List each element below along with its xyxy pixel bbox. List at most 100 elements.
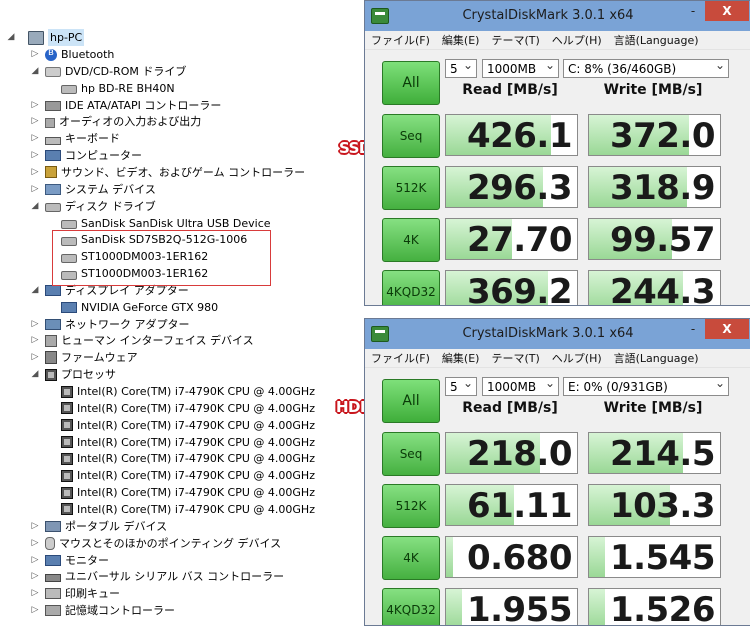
expand-arrow-icon[interactable]: ▷ bbox=[30, 568, 40, 585]
tree-item[interactable]: ▷ システム デバイス bbox=[32, 181, 156, 198]
expand-arrow-icon[interactable]: ▷ bbox=[30, 349, 40, 366]
test-size-select[interactable]: 1000MB bbox=[482, 374, 559, 396]
collapse-arrow-icon[interactable]: ◢ bbox=[6, 29, 16, 46]
expand-arrow-icon[interactable]: ▷ bbox=[30, 518, 40, 535]
expand-arrow-icon[interactable]: ▷ bbox=[30, 585, 40, 602]
tree-item[interactable]: ◢ DVD/CD-ROM ドライブ bbox=[30, 63, 187, 80]
expand-arrow-icon[interactable]: ▷ bbox=[30, 602, 40, 619]
tree-item[interactable]: ▷ モニター bbox=[32, 552, 109, 569]
test-button-512k[interactable]: 512K bbox=[382, 166, 440, 210]
test-size-select[interactable]: 1000MB bbox=[482, 56, 559, 78]
menu-item[interactable]: ファイル(F) bbox=[371, 32, 430, 48]
minimize-button[interactable]: - bbox=[681, 1, 705, 21]
expand-arrow-icon[interactable]: ▷ bbox=[30, 164, 40, 181]
tree-item[interactable]: Intel(R) Core(TM) i7-4790K CPU @ 4.00GHz bbox=[48, 400, 315, 417]
sound-icon bbox=[45, 166, 57, 179]
collapse-arrow-icon[interactable]: ◢ bbox=[30, 63, 40, 80]
tree-item[interactable]: SanDisk SanDisk Ultra USB Device bbox=[48, 215, 271, 232]
expand-arrow-icon[interactable]: ▷ bbox=[30, 552, 40, 569]
cdm-window-hdd[interactable]: CrystalDiskMark 3.0.1 x64 - X ファイル(F) 編集(E) テ… bbox=[364, 318, 750, 626]
expand-arrow-icon[interactable]: ▷ bbox=[30, 147, 40, 164]
title-bar[interactable]: CrystalDiskMark 3.0.1 x64 - X bbox=[365, 319, 750, 349]
expand-arrow-icon[interactable]: ▷ bbox=[30, 332, 40, 349]
tree-item[interactable]: ▷ サウンド、ビデオ、およびゲーム コントローラー bbox=[30, 164, 306, 181]
close-button[interactable]: X bbox=[705, 1, 749, 21]
processor-icon bbox=[61, 503, 73, 516]
tree-item-label: ネットワーク アダプター bbox=[65, 317, 190, 331]
test-button-label: QD32 bbox=[401, 602, 436, 617]
expand-arrow-icon[interactable]: ▷ bbox=[30, 181, 40, 198]
computer-icon bbox=[28, 30, 44, 45]
test-button-seq[interactable]: Seq bbox=[382, 432, 440, 476]
test-button-label: 512K bbox=[395, 498, 427, 513]
drive-select[interactable]: C: 8% (36/460GB) bbox=[563, 56, 729, 78]
device-manager-tree[interactable]: ◢ hp-PC ▷ Bluetooth ◢ DVD/CD-ROM ドライブ hp BD-… bbox=[0, 0, 360, 624]
tree-item[interactable]: ▷ ヒューマン インターフェイス デバイス bbox=[32, 332, 254, 349]
test-button-seq[interactable]: Seq bbox=[382, 114, 440, 158]
menu-item[interactable]: 言語(Language) bbox=[614, 350, 699, 366]
read-result-box: 218.0 bbox=[445, 432, 578, 474]
tree-item[interactable]: ▷ 記憶域コントローラー bbox=[32, 602, 175, 619]
test-button-4k[interactable]: 4K bbox=[382, 536, 440, 580]
tree-item[interactable]: ▷ 印刷キュー bbox=[32, 585, 120, 602]
tree-item-label: Intel(R) Core(TM) i7-4790K CPU @ 4.00GHz bbox=[77, 486, 315, 500]
collapse-arrow-icon[interactable]: ◢ bbox=[30, 282, 40, 299]
expand-arrow-icon[interactable]: ▷ bbox=[30, 46, 40, 63]
close-button[interactable]: X bbox=[705, 319, 749, 339]
menu-item[interactable]: 編集(E) bbox=[442, 32, 480, 48]
tree-item[interactable]: ◢ ディスク ドライブ bbox=[32, 198, 156, 215]
tree-item[interactable]: Intel(R) Core(TM) i7-4790K CPU @ 4.00GHz bbox=[48, 501, 315, 518]
tree-item[interactable]: ▷ オーディオの入力および出力 bbox=[30, 113, 202, 130]
tree-item[interactable]: ▷ Bluetooth bbox=[30, 46, 115, 63]
expand-arrow-icon[interactable]: ▷ bbox=[30, 97, 40, 114]
tree-item[interactable]: ▷ マウスとそのほかのポインティング デバイス bbox=[32, 535, 281, 552]
test-button-4k-qd32[interactable]: 4K QD32 bbox=[382, 270, 440, 305]
menu-item[interactable]: 言語(Language) bbox=[614, 32, 699, 48]
cdm-window-ssd[interactable]: CrystalDiskMark 3.0.1 x64 - X ファイル(F) 編集(E) テ… bbox=[364, 0, 750, 306]
expand-arrow-icon[interactable]: ▷ bbox=[30, 113, 40, 130]
tree-item[interactable]: hp BD-RE BH40N bbox=[48, 80, 175, 97]
tree-item[interactable]: ▷ ファームウェア bbox=[32, 349, 138, 366]
test-count-select[interactable]: 5 bbox=[445, 56, 477, 78]
tree-item[interactable]: Intel(R) Core(TM) i7-4790K CPU @ 4.00GHz bbox=[48, 383, 315, 400]
menu-item[interactable]: テーマ(T) bbox=[491, 350, 539, 366]
tree-item[interactable]: NVIDIA GeForce GTX 980 bbox=[48, 299, 218, 316]
menu-item[interactable]: ヘルプ(H) bbox=[552, 32, 602, 48]
drive-select[interactable]: E: 0% (0/931GB) bbox=[563, 374, 729, 396]
test-count-select[interactable]: 5 bbox=[445, 374, 477, 396]
test-button-4k-qd32[interactable]: 4K QD32 bbox=[382, 588, 440, 625]
expand-arrow-icon[interactable]: ▷ bbox=[30, 130, 40, 147]
write-value: 99.57 bbox=[609, 220, 716, 260]
expand-arrow-icon[interactable]: ▷ bbox=[30, 535, 40, 552]
menu-item[interactable]: 編集(E) bbox=[442, 350, 480, 366]
write-result-box: 244.3 bbox=[588, 270, 721, 305]
test-button-4k[interactable]: 4K bbox=[382, 218, 440, 262]
tree-item[interactable]: ▷ IDE ATA/ATAPI コントローラー bbox=[30, 97, 222, 114]
title-bar[interactable]: CrystalDiskMark 3.0.1 x64 - X bbox=[365, 1, 750, 31]
menu-item[interactable]: ファイル(F) bbox=[371, 350, 430, 366]
minimize-button[interactable]: - bbox=[681, 319, 705, 339]
tree-item[interactable]: ▷ キーボード bbox=[32, 130, 120, 147]
tree-item-label: Intel(R) Core(TM) i7-4790K CPU @ 4.00GHz bbox=[77, 469, 315, 483]
tree-item[interactable]: ▷ コンピューター bbox=[32, 147, 142, 164]
test-button-512k[interactable]: 512K bbox=[382, 484, 440, 528]
expand-arrow-icon[interactable]: ▷ bbox=[30, 316, 40, 333]
read-result-box: 1.955 bbox=[445, 588, 578, 625]
collapse-arrow-icon[interactable]: ◢ bbox=[30, 198, 40, 215]
menu-item[interactable]: テーマ(T) bbox=[491, 32, 539, 48]
tree-item[interactable]: Intel(R) Core(TM) i7-4790K CPU @ 4.00GHz bbox=[48, 484, 315, 501]
read-header: Read [MB/s] bbox=[462, 82, 558, 98]
tree-item[interactable]: Intel(R) Core(TM) i7-4790K CPU @ 4.00GHz bbox=[48, 450, 315, 467]
tree-root[interactable]: ◢ hp-PC bbox=[6, 29, 85, 46]
all-button[interactable]: All bbox=[382, 379, 440, 423]
tree-item[interactable]: ▷ ポータブル デバイス bbox=[30, 518, 168, 535]
tree-item[interactable]: ▷ ネットワーク アダプター bbox=[32, 316, 190, 333]
tree-item[interactable]: ▷ ユニバーサル シリアル バス コントローラー bbox=[30, 568, 285, 585]
tree-item[interactable]: Intel(R) Core(TM) i7-4790K CPU @ 4.00GHz bbox=[48, 467, 315, 484]
collapse-arrow-icon[interactable]: ◢ bbox=[30, 366, 40, 383]
tree-item[interactable]: Intel(R) Core(TM) i7-4790K CPU @ 4.00GHz bbox=[48, 434, 315, 451]
tree-item[interactable]: ◢ プロセッサ bbox=[32, 366, 116, 383]
tree-item[interactable]: Intel(R) Core(TM) i7-4790K CPU @ 4.00GHz bbox=[48, 417, 315, 434]
all-button[interactable]: All bbox=[382, 61, 440, 105]
menu-item[interactable]: ヘルプ(H) bbox=[552, 350, 602, 366]
